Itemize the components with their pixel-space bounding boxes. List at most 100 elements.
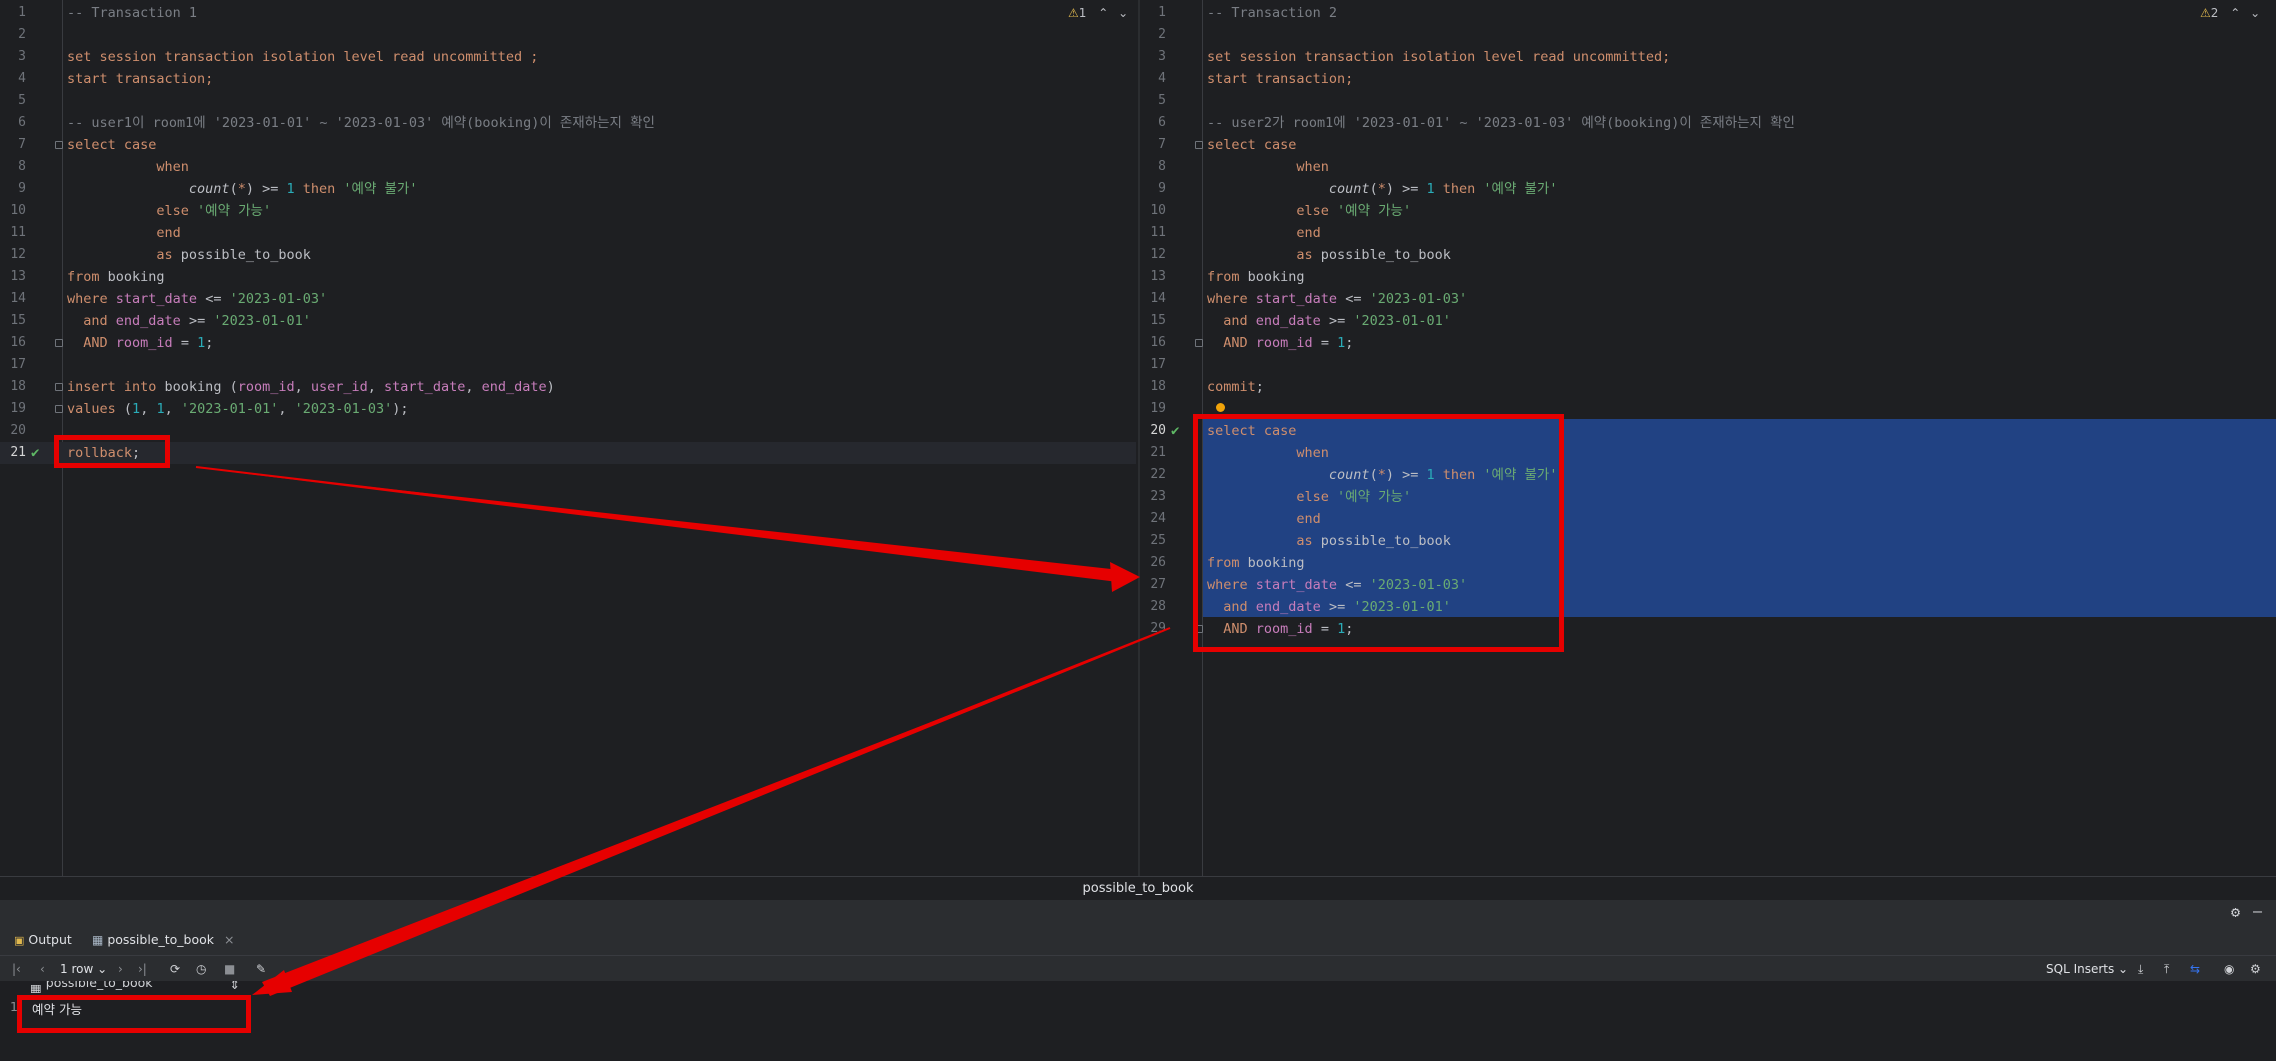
code-text[interactable]: -- Transaction 1 (67, 2, 197, 24)
code-text[interactable]: where start_date <= '2023-01-03' (67, 288, 327, 310)
fold-marker-icon[interactable] (1195, 339, 1203, 347)
rows-count-dropdown[interactable]: 1 row ⌄ (60, 960, 107, 978)
settings-icon[interactable]: ⚙ (2250, 960, 2261, 978)
code-line[interactable]: 18 commit; (1140, 376, 2276, 398)
code-line[interactable]: 12 as possible_to_book (1140, 244, 2276, 266)
code-line[interactable]: 4 start transaction; (1140, 68, 2276, 90)
code-text[interactable]: start transaction; (1207, 68, 1353, 90)
code-text[interactable]: start transaction; (67, 68, 213, 90)
code-line[interactable]: 16 AND room_id = 1; (0, 332, 1136, 354)
code-text[interactable]: as possible_to_book (67, 244, 310, 266)
first-page-icon[interactable]: |‹ (12, 960, 21, 978)
code-text[interactable]: end (1207, 222, 1320, 244)
code-line[interactable]: 11 end (1140, 222, 2276, 244)
code-line[interactable]: 19 values (1, 1, '2023-01-01', '2023-01-0… (0, 398, 1136, 420)
code-line[interactable]: 10 else '예약 가능' (1140, 200, 2276, 222)
code-text[interactable]: from booking (1207, 266, 1305, 288)
last-page-icon[interactable]: ›| (138, 960, 147, 978)
code-text[interactable]: count(*) >= 1 then '예약 불가' (67, 178, 418, 200)
code-text[interactable]: AND room_id = 1; (67, 332, 213, 354)
view-icon[interactable]: ◉ (2224, 960, 2234, 978)
code-line[interactable]: 2 (0, 24, 1136, 46)
code-text[interactable]: end (67, 222, 180, 244)
code-text[interactable]: select case (1207, 134, 1296, 156)
result-grid[interactable]: ▦ possible_to_book ⇕ 1 예약 가능 (0, 981, 2276, 1061)
upload-icon[interactable]: ⤒ (2164, 960, 2169, 978)
code-line[interactable]: 15 and end_date >= '2023-01-01' (1140, 310, 2276, 332)
code-text[interactable]: AND room_id = 1; (1207, 332, 1353, 354)
code-line[interactable]: 5 (0, 90, 1136, 112)
code-text[interactable]: values (1, 1, '2023-01-01', '2023-01-03'… (67, 398, 408, 420)
grid-header[interactable]: ▦ possible_to_book ⇕ (30, 981, 240, 993)
chevron-down-icon[interactable]: ⌄ (2250, 6, 2260, 20)
editor-transaction-1[interactable]: 1 -- Transaction 1 2 3 set session transacti… (0, 0, 1136, 876)
code-line[interactable]: 16 AND room_id = 1; (1140, 332, 2276, 354)
code-line[interactable]: 8 when (1140, 156, 2276, 178)
download-icon[interactable]: ⤓ (2138, 960, 2143, 978)
code-text[interactable]: set session transaction isolation level … (1207, 46, 1670, 68)
export-format-dropdown[interactable]: SQL Inserts ⌄ (2046, 960, 2128, 978)
code-line[interactable]: 9 count(*) >= 1 then '예약 불가' (0, 178, 1136, 200)
code-line[interactable]: 3 set session transaction isolation level… (0, 46, 1136, 68)
code-text[interactable]: -- user2가 room1에 '2023-01-01' ~ '2023-01… (1207, 112, 1795, 134)
code-text[interactable]: and end_date >= '2023-01-01' (1207, 310, 1451, 332)
code-line[interactable]: 18 insert into booking (room_id, user_id,… (0, 376, 1136, 398)
code-text[interactable]: count(*) >= 1 then '예약 불가' (1207, 178, 1558, 200)
code-line[interactable]: 12 as possible_to_book (0, 244, 1136, 266)
fold-marker-icon[interactable] (55, 339, 63, 347)
code-line[interactable]: 13 from booking (1140, 266, 2276, 288)
code-text[interactable]: else '예약 가능' (1207, 200, 1411, 222)
code-line[interactable]: 3 set session transaction isolation level… (1140, 46, 2276, 68)
code-text[interactable]: where start_date <= '2023-01-03' (1207, 288, 1467, 310)
sort-icon[interactable]: ⇕ (230, 981, 240, 992)
code-text[interactable]: from booking (67, 266, 165, 288)
code-line[interactable]: 4 start transaction; (0, 68, 1136, 90)
code-text[interactable]: insert into booking (room_id, user_id, s… (67, 376, 555, 398)
code-text[interactable]: when (67, 156, 189, 178)
warning-indicator[interactable]: ⚠1 ⌃ ⌄ (1068, 6, 1128, 20)
warning-indicator[interactable]: ⚠2 ⌃ ⌄ (2200, 6, 2260, 20)
code-text[interactable]: else '예약 가능' (67, 200, 271, 222)
chevron-up-icon[interactable]: ⌃ (2230, 6, 2240, 20)
compare-icon[interactable]: ⇆ (2190, 960, 2200, 978)
code-line[interactable]: 15 and end_date >= '2023-01-01' (0, 310, 1136, 332)
code-line[interactable]: 11 end (0, 222, 1136, 244)
code-line[interactable]: 14 where start_date <= '2023-01-03' (1140, 288, 2276, 310)
history-icon[interactable]: ◷ (196, 960, 206, 978)
code-line[interactable]: 14 where start_date <= '2023-01-03' (0, 288, 1136, 310)
code-line[interactable]: 7 select case (1140, 134, 2276, 156)
next-page-icon[interactable]: › (118, 960, 123, 978)
code-text[interactable]: select case (67, 134, 156, 156)
fold-marker-icon[interactable] (55, 405, 63, 413)
pin-icon[interactable]: ✎ (256, 960, 266, 978)
intention-bulb-icon[interactable] (1216, 403, 1225, 412)
code-text[interactable]: set session transaction isolation level … (67, 46, 538, 68)
code-line[interactable]: 10 else '예약 가능' (0, 200, 1136, 222)
code-line[interactable]: 9 count(*) >= 1 then '예약 불가' (1140, 178, 2276, 200)
chevron-up-icon[interactable]: ⌃ (1098, 6, 1108, 20)
code-line[interactable]: 8 when (0, 156, 1136, 178)
fold-marker-icon[interactable] (55, 383, 63, 391)
code-line[interactable]: 6 -- user2가 room1에 '2023-01-01' ~ '2023-0… (1140, 112, 2276, 134)
stop-icon[interactable]: ■ (224, 960, 235, 978)
code-line[interactable]: 2 (1140, 24, 2276, 46)
code-line[interactable]: 17 (1140, 354, 2276, 376)
code-text[interactable]: and end_date >= '2023-01-01' (67, 310, 311, 332)
minimize-icon[interactable]: — (2253, 902, 2262, 920)
prev-page-icon[interactable]: ‹ (40, 960, 45, 978)
code-line[interactable]: 20 (0, 420, 1136, 442)
code-text[interactable]: when (1207, 156, 1329, 178)
code-line[interactable]: 6 -- user1이 room1에 '2023-01-01' ~ '2023-0… (0, 112, 1136, 134)
gear-icon[interactable]: ⚙ (2231, 903, 2240, 921)
code-line[interactable]: 13 from booking (0, 266, 1136, 288)
refresh-icon[interactable]: ⟳ (170, 960, 180, 978)
code-text[interactable]: -- user1이 room1에 '2023-01-01' ~ '2023-01… (67, 112, 655, 134)
code-text[interactable]: -- Transaction 2 (1207, 2, 1337, 24)
close-icon[interactable]: × (224, 932, 234, 947)
code-line[interactable]: 7 select case (0, 134, 1136, 156)
code-line[interactable]: 17 (0, 354, 1136, 376)
code-line[interactable]: 5 (1140, 90, 2276, 112)
chevron-down-icon[interactable]: ⌄ (1118, 6, 1128, 20)
code-text[interactable]: as possible_to_book (1207, 244, 1450, 266)
code-line[interactable]: 1 -- Transaction 2 (1140, 2, 2276, 24)
